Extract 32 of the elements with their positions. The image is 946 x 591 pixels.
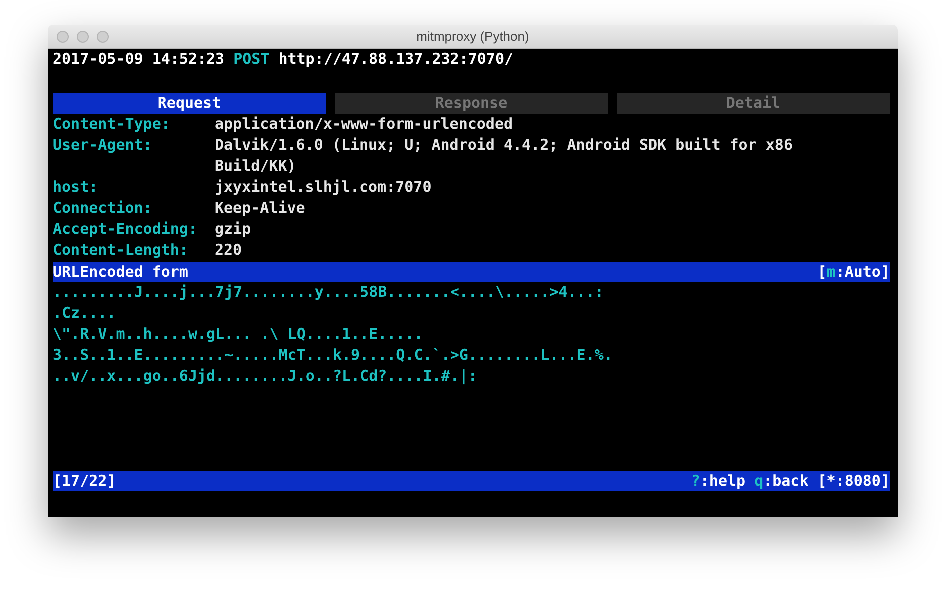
body-line: .Cz.... <box>53 303 118 324</box>
header-value: Keep-Alive <box>215 198 306 219</box>
section-title: URLEncoded form <box>53 262 188 282</box>
zoom-button[interactable] <box>97 30 109 42</box>
key-hint: [*:8080] <box>818 471 890 491</box>
header-value: application/x-www-form-urlencoded <box>215 114 514 135</box>
flow-position: [17/22] <box>53 471 116 491</box>
header-name: host: <box>53 177 100 198</box>
close-button[interactable] <box>57 30 69 42</box>
timestamp: 2017-05-09 14:52:23 <box>53 49 225 70</box>
header-value: Dalvik/1.6.0 (Linux; U; Android 4.4.2; Android SDK built for x86 <box>215 135 793 156</box>
header-value: jxyxintel.slhjl.com:7070 <box>215 177 432 198</box>
header-value: gzip <box>215 219 252 240</box>
request-url: http://47.88.137.232:7070/ <box>278 49 514 70</box>
header-name: Content-Length: <box>53 240 190 261</box>
key-hint: ?:help <box>691 471 746 491</box>
minimize-button[interactable] <box>77 30 89 42</box>
header-name: Content-Type: <box>53 114 172 135</box>
window-title: mitmproxy (Python) <box>416 29 530 44</box>
tab[interactable]: Request <box>53 93 326 114</box>
key-hint: q:back <box>754 471 809 491</box>
view-mode[interactable]: [m:Auto] <box>818 262 890 282</box>
header-value: Build/KK) <box>215 156 298 177</box>
body-line: .........J....j...7j7........y....58B.......<....\.....>4...: <box>53 282 605 303</box>
body-line: 3..S..1..E.........~.....McT...k.9....Q.C.`.>G........L...E.%. <box>53 345 614 366</box>
header-name: Accept-Encoding: <box>53 219 198 240</box>
header-name: User-Agent: <box>53 135 154 156</box>
body-line: ..v/..x...go..6Jjd........J.o..?L.Cd?....I.#.|: <box>53 366 478 387</box>
header-name: Connection: <box>53 198 154 219</box>
request-method: POST <box>234 49 270 70</box>
body-line: \".R.V.m..h....w.gL... .\ LQ....1..E..... <box>53 324 424 345</box>
header-value: 220 <box>215 240 242 261</box>
